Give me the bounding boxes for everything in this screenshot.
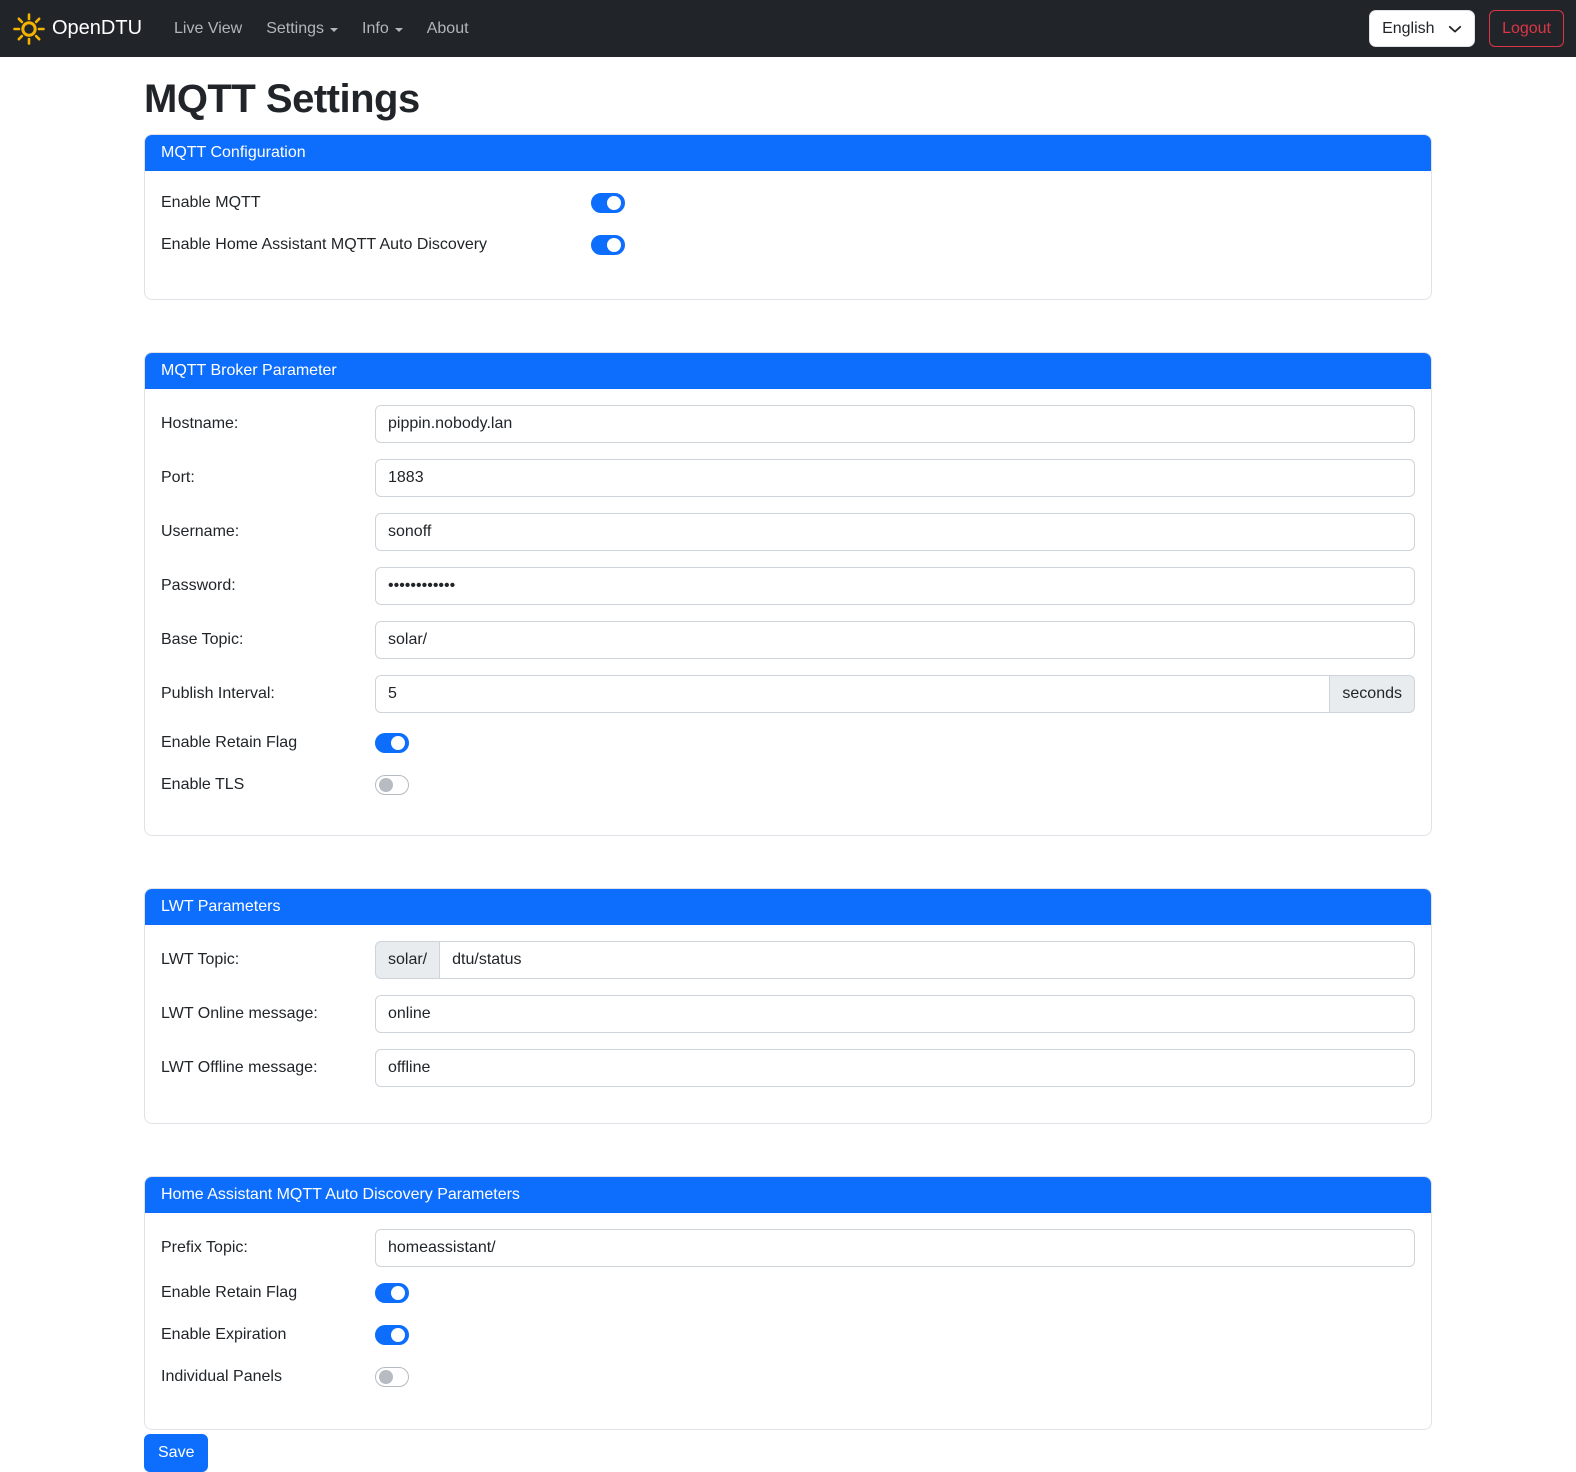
switch-label: Individual Panels: [161, 1368, 375, 1386]
switch-row-individual-panels: Individual Panels: [161, 1367, 1415, 1387]
lwt-offline-input[interactable]: [375, 1049, 1415, 1087]
language-select[interactable]: English: [1369, 10, 1475, 47]
switch-row-enable-tls: Enable TLS: [161, 775, 1415, 795]
nav-menu: Live View Settings Info About: [166, 12, 1369, 46]
save-button[interactable]: Save: [144, 1434, 208, 1472]
field-label: Username:: [161, 523, 375, 541]
publish-interval-input[interactable]: [375, 675, 1330, 713]
card-lwt-parameters: LWT Parameters LWT Topic: solar/ LWT Onl…: [144, 888, 1432, 1124]
switch-label: Enable TLS: [161, 776, 375, 794]
prefix-topic-input[interactable]: [375, 1229, 1415, 1267]
nav-item-info[interactable]: Info: [354, 12, 411, 46]
nav-item-label: Settings: [266, 20, 324, 38]
card-body: Prefix Topic: Enable Retain Flag Enable …: [145, 1213, 1431, 1429]
card-body: LWT Topic: solar/ LWT Online message: LW…: [145, 925, 1431, 1123]
enable-mqtt-toggle[interactable]: [591, 193, 625, 213]
field-label: LWT Online message:: [161, 1005, 375, 1023]
card-mqtt-broker-parameter: MQTT Broker Parameter Hostname: Port: Us…: [144, 352, 1432, 836]
field-row-hostname: Hostname:: [161, 405, 1415, 443]
card-header: LWT Parameters: [145, 889, 1431, 925]
chevron-down-icon: [330, 28, 338, 32]
main-content: MQTT Settings MQTT Configuration Enable …: [144, 77, 1432, 1472]
navbar-right: English Logout: [1369, 10, 1564, 47]
card-ha-discovery-parameters: Home Assistant MQTT Auto Discovery Param…: [144, 1176, 1432, 1430]
card-header: Home Assistant MQTT Auto Discovery Param…: [145, 1177, 1431, 1213]
individual-panels-toggle[interactable]: [375, 1367, 409, 1387]
field-row-lwt-topic: LWT Topic: solar/: [161, 941, 1415, 979]
field-label: Base Topic:: [161, 631, 375, 649]
nav-item-live-view[interactable]: Live View: [166, 12, 250, 46]
field-label: Hostname:: [161, 415, 375, 433]
sun-logo-icon: [12, 12, 46, 46]
nav-item-settings[interactable]: Settings: [258, 12, 346, 46]
hostname-input[interactable]: [375, 405, 1415, 443]
switch-label: Enable Retain Flag: [161, 1284, 375, 1302]
card-header: MQTT Configuration: [145, 135, 1431, 171]
field-row-lwt-offline: LWT Offline message:: [161, 1049, 1415, 1087]
enable-tls-toggle[interactable]: [375, 775, 409, 795]
card-header: MQTT Broker Parameter: [145, 353, 1431, 389]
switch-row-retain-flag: Enable Retain Flag: [161, 733, 1415, 753]
page-title: MQTT Settings: [144, 77, 1432, 122]
field-label: Password:: [161, 577, 375, 595]
logout-button[interactable]: Logout: [1489, 10, 1564, 47]
field-row-prefix-topic: Prefix Topic:: [161, 1229, 1415, 1267]
field-row-username: Username:: [161, 513, 1415, 551]
navbar: OpenDTU Live View Settings Info About En…: [0, 0, 1576, 57]
field-row-lwt-online: LWT Online message:: [161, 995, 1415, 1033]
card-body: Hostname: Port: Username: Password: Base…: [145, 389, 1431, 835]
language-select-value: English: [1382, 20, 1434, 38]
seconds-addon: seconds: [1330, 675, 1415, 713]
field-label: Port:: [161, 469, 375, 487]
switch-label: Enable MQTT: [161, 194, 591, 212]
lwt-topic-prefix-addon: solar/: [375, 941, 439, 979]
base-topic-input[interactable]: [375, 621, 1415, 659]
field-label: Publish Interval:: [161, 685, 375, 703]
brand[interactable]: OpenDTU: [12, 12, 142, 46]
lwt-topic-input[interactable]: [439, 941, 1415, 979]
nav-item-label: Info: [362, 20, 389, 38]
retain-flag-toggle[interactable]: [375, 733, 409, 753]
field-label: Prefix Topic:: [161, 1239, 375, 1257]
card-mqtt-configuration: MQTT Configuration Enable MQTT Enable Ho…: [144, 134, 1432, 300]
password-input[interactable]: [375, 567, 1415, 605]
field-row-publish-interval: Publish Interval: seconds: [161, 675, 1415, 713]
enable-expiration-toggle[interactable]: [375, 1325, 409, 1345]
port-input[interactable]: [375, 459, 1415, 497]
nav-item-about[interactable]: About: [419, 12, 477, 46]
card-body: Enable MQTT Enable Home Assistant MQTT A…: [145, 171, 1431, 299]
field-label: LWT Offline message:: [161, 1059, 375, 1077]
nav-item-label: About: [427, 20, 469, 38]
field-row-base-topic: Base Topic:: [161, 621, 1415, 659]
brand-label: OpenDTU: [52, 17, 142, 40]
field-label: LWT Topic:: [161, 951, 375, 969]
enable-ha-discovery-toggle[interactable]: [591, 235, 625, 255]
username-input[interactable]: [375, 513, 1415, 551]
ha-retain-flag-toggle[interactable]: [375, 1283, 409, 1303]
lwt-online-input[interactable]: [375, 995, 1415, 1033]
chevron-down-icon: [1448, 22, 1462, 36]
switch-label: Enable Retain Flag: [161, 734, 375, 752]
switch-row-enable-mqtt: Enable MQTT: [161, 187, 1415, 219]
switch-row-enable-expiration: Enable Expiration: [161, 1325, 1415, 1345]
field-row-password: Password:: [161, 567, 1415, 605]
switch-row-enable-ha-discovery: Enable Home Assistant MQTT Auto Discover…: [161, 229, 1415, 261]
switch-label: Enable Home Assistant MQTT Auto Discover…: [161, 236, 591, 254]
nav-item-label: Live View: [174, 20, 242, 38]
chevron-down-icon: [395, 28, 403, 32]
field-row-port: Port:: [161, 459, 1415, 497]
switch-label: Enable Expiration: [161, 1326, 375, 1344]
switch-row-ha-retain-flag: Enable Retain Flag: [161, 1283, 1415, 1303]
